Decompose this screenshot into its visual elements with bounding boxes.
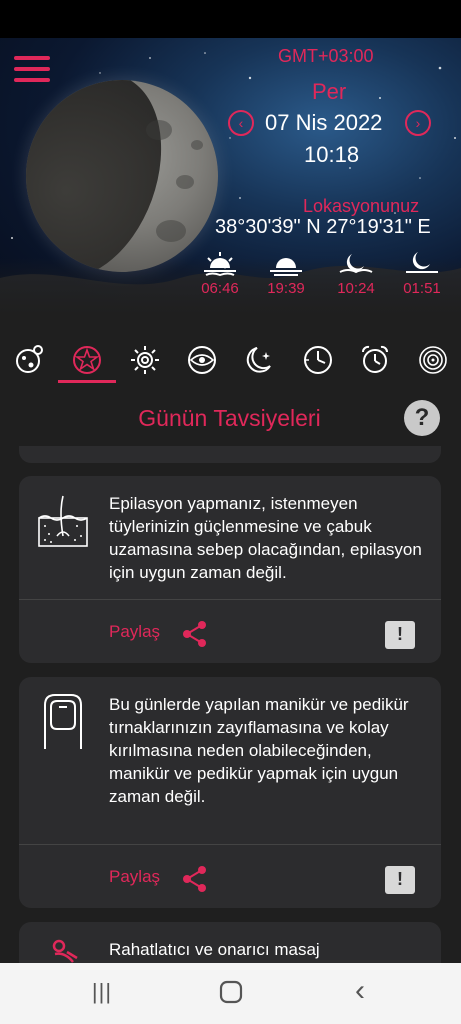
share-button[interactable]: Paylaş — [109, 867, 160, 887]
moon-stars-icon[interactable] — [244, 344, 276, 376]
advice-card: Bu günlerde yapılan manikür ve pedikür t… — [19, 677, 441, 908]
sunset-time-value: 19:39 — [267, 280, 305, 297]
active-tab-indicator — [58, 380, 116, 383]
target-clock-icon[interactable] — [302, 344, 334, 376]
nail-icon — [44, 694, 82, 749]
menu-button[interactable] — [14, 56, 50, 84]
prev-date-button[interactable]: ‹ — [228, 110, 254, 136]
menu-icon-bar — [14, 67, 50, 71]
system-navigation-bar: ||| ‹ — [0, 963, 461, 1024]
eye-icon[interactable] — [186, 344, 218, 376]
moonrise-time: 10:24 — [326, 250, 386, 297]
share-icon[interactable] — [182, 620, 208, 648]
moonset-time: 01:51 — [392, 250, 452, 297]
moonset-time-value: 01:51 — [403, 280, 441, 297]
share-icon[interactable] — [182, 865, 208, 893]
advice-card: Epilasyon yapmanız, istenmeyen tüylerini… — [19, 476, 441, 663]
card-previous-bottom — [19, 446, 441, 463]
advice-text: Rahatlatıcı ve onarıcı masaj — [109, 940, 320, 959]
share-button[interactable]: Paylaş — [109, 622, 160, 642]
sunrise-icon — [204, 252, 236, 276]
moon-phase-image — [26, 80, 218, 272]
time-label: 10:18 — [304, 142, 360, 167]
sunset-time: 19:39 — [256, 250, 316, 297]
zodiac-star-icon[interactable] — [71, 344, 103, 376]
day-label: Per — [312, 79, 347, 104]
category-tabs — [0, 338, 461, 384]
back-button[interactable]: ‹ — [348, 976, 372, 1007]
menu-icon-bar — [14, 78, 50, 82]
moonrise-time-value: 10:24 — [337, 280, 375, 297]
timezone-label: GMT+03:00 — [278, 46, 374, 66]
alarm-clock-icon[interactable] — [359, 344, 391, 376]
home-button[interactable] — [218, 979, 244, 1007]
galaxy-icon[interactable] — [417, 344, 449, 376]
home-icon — [219, 980, 243, 1004]
report-button[interactable]: ! — [385, 866, 415, 894]
date-label: 07 Nis 2022 — [265, 110, 383, 135]
next-date-button[interactable]: › — [405, 110, 431, 136]
advice-text: Epilasyon yapmanız, istenmeyen tüylerini… — [109, 494, 422, 582]
help-button[interactable]: ? — [404, 400, 440, 436]
status-bar — [0, 0, 461, 38]
card-divider — [19, 844, 441, 845]
card-divider — [19, 599, 441, 600]
report-icon: ! — [397, 624, 403, 644]
advice-text: Bu günlerde yapılan manikür ve pedikür t… — [109, 695, 409, 806]
sun-spiral-icon[interactable] — [129, 344, 161, 376]
coordinates: 38°30'39" N 27°19'31" E — [215, 216, 431, 238]
skin-hair-icon — [38, 495, 88, 547]
sunrise-time: 06:46 — [190, 250, 250, 297]
section-title: Günün Tavsiyeleri — [0, 405, 461, 432]
location-label: Lokasyonunuz — [303, 196, 420, 216]
report-button[interactable]: ! — [385, 621, 415, 649]
planets-icon[interactable] — [13, 344, 45, 376]
recents-button[interactable]: ||| — [88, 979, 116, 1007]
sunset-icon — [270, 258, 302, 276]
sunrise-time-value: 06:46 — [201, 280, 239, 297]
section-title-text: Günün Tavsiyeleri — [138, 405, 321, 431]
report-icon: ! — [397, 869, 403, 889]
moonrise-icon — [339, 254, 373, 274]
menu-icon-bar — [14, 56, 50, 60]
moonset-icon — [406, 252, 438, 273]
